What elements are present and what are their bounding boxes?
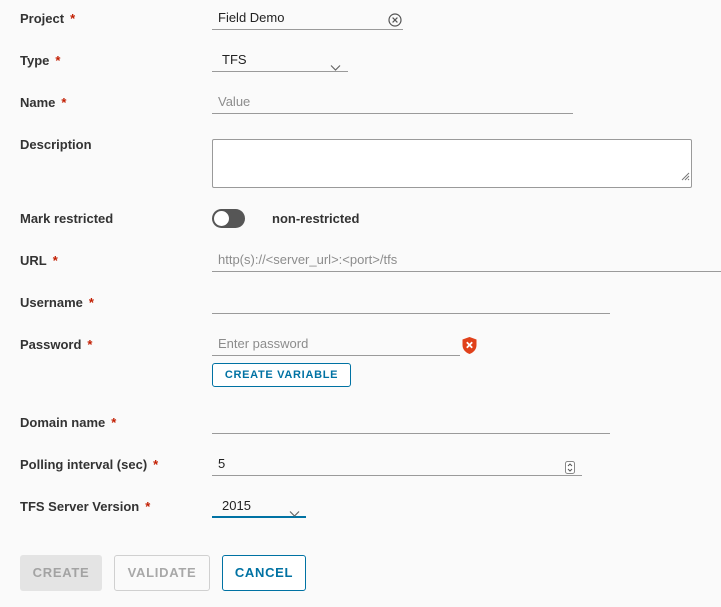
chevron-down-icon <box>330 56 341 80</box>
username-label: Username * <box>20 295 94 310</box>
type-label: Type * <box>20 53 61 68</box>
name-label: Name * <box>20 95 67 110</box>
polling-label: Polling interval (sec) * <box>20 457 159 472</box>
url-placeholder: http(s)://<server_url>:<port>/tfs <box>218 252 398 267</box>
password-placeholder: Enter password <box>218 336 309 351</box>
shield-error-icon <box>461 336 478 360</box>
url-label: URL * <box>20 253 58 268</box>
name-input[interactable]: Value <box>212 90 573 114</box>
restricted-toggle[interactable] <box>212 209 245 228</box>
type-select[interactable]: TFS <box>212 48 348 72</box>
name-placeholder: Value <box>218 94 251 109</box>
password-label: Password * <box>20 337 93 352</box>
url-input[interactable]: http(s)://<server_url>:<port>/tfs <box>212 248 721 272</box>
polling-value: 5 <box>218 456 226 471</box>
description-textarea[interactable] <box>212 139 692 188</box>
toggle-knob <box>214 211 229 226</box>
validate-button[interactable]: VALIDATE <box>114 555 210 591</box>
domain-input[interactable] <box>212 410 610 434</box>
stepper-icon[interactable] <box>565 458 575 482</box>
project-field[interactable]: Field Demo <box>212 6 403 30</box>
username-input[interactable] <box>212 290 610 314</box>
chevron-down-icon <box>289 502 300 526</box>
cancel-button[interactable]: CANCEL <box>222 555 306 591</box>
tfs-version-select[interactable]: 2015 <box>212 494 306 518</box>
tfs-version-label: TFS Server Version * <box>20 499 151 514</box>
project-label: Project * <box>20 11 76 26</box>
type-value: TFS <box>222 52 247 67</box>
toggle-state-text: non-restricted <box>272 211 360 226</box>
tfs-version-value: 2015 <box>222 498 251 513</box>
polling-input[interactable]: 5 <box>212 452 582 476</box>
password-input[interactable]: Enter password <box>212 332 460 356</box>
description-label: Description <box>20 137 92 152</box>
domain-label: Domain name * <box>20 415 117 430</box>
project-value: Field Demo <box>218 10 285 25</box>
create-button[interactable]: CREATE <box>20 555 102 591</box>
mark-restricted-label: Mark restricted <box>20 211 114 226</box>
clear-icon[interactable] <box>388 11 402 35</box>
create-variable-button[interactable]: CREATE VARIABLE <box>212 363 351 387</box>
resize-handle-icon[interactable] <box>680 168 690 186</box>
